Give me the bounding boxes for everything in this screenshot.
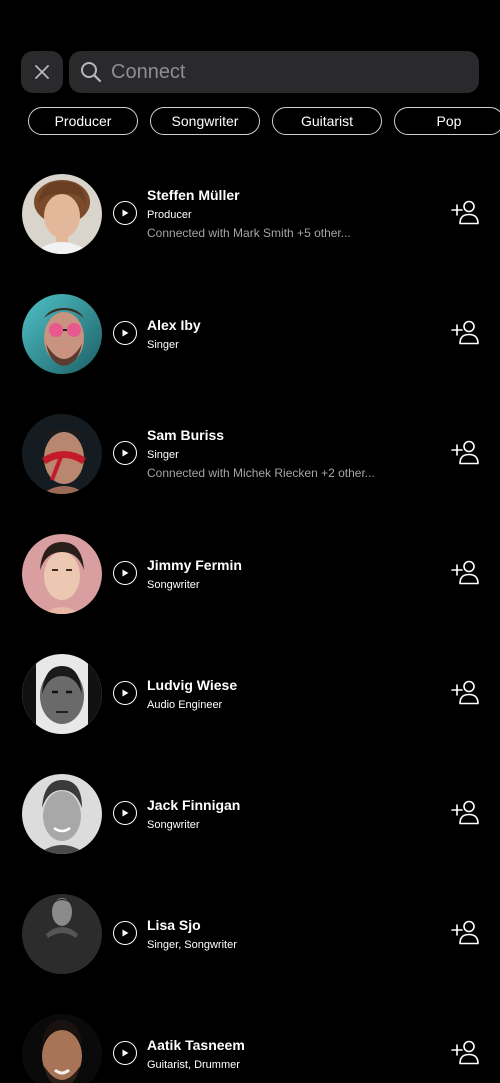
person-row[interactable]: Ludvig Wiese Audio Engineer (0, 633, 500, 753)
person-name: Alex Iby (147, 317, 201, 333)
avatar[interactable] (22, 894, 102, 974)
person-name: Sam Buriss (147, 427, 225, 443)
play-icon (122, 329, 129, 337)
filter-chips: Producer Songwriter Guitarist Pop (28, 107, 500, 135)
add-person-icon (451, 320, 479, 345)
person-role: Producer (147, 209, 192, 221)
add-connection-button[interactable] (451, 439, 479, 465)
person-connection: Connected with Mark Smith +5 other... (147, 226, 351, 240)
person-row[interactable]: Jack Finnigan Songwriter (0, 753, 500, 873)
add-connection-button[interactable] (451, 1039, 479, 1065)
filter-chip-producer[interactable]: Producer (28, 107, 138, 135)
person-connection: Connected with Michek Riecken +2 other..… (147, 466, 375, 480)
person-row[interactable]: Lisa Sjo Singer, Songwriter (0, 873, 500, 993)
person-row[interactable]: Jimmy Fermin Songwriter (0, 513, 500, 633)
avatar[interactable] (22, 1014, 102, 1083)
add-connection-button[interactable] (451, 919, 479, 945)
avatar[interactable] (22, 414, 102, 494)
person-info: Sam Buriss Singer Connected with Michek … (147, 427, 437, 480)
play-icon (122, 449, 129, 457)
search-icon (80, 61, 102, 83)
add-connection-button[interactable] (451, 679, 479, 705)
play-icon (122, 689, 129, 697)
add-person-icon (451, 680, 479, 705)
close-icon (35, 65, 49, 79)
person-info: Ludvig Wiese Audio Engineer (147, 677, 437, 712)
person-name: Jimmy Fermin (147, 557, 242, 573)
person-info: Alex Iby Singer (147, 317, 437, 352)
person-info: Jack Finnigan Songwriter (147, 797, 437, 832)
close-button[interactable] (21, 51, 63, 93)
add-connection-button[interactable] (451, 559, 479, 585)
avatar[interactable] (22, 534, 102, 614)
add-connection-button[interactable] (451, 319, 479, 345)
person-row[interactable]: Sam Buriss Singer Connected with Michek … (0, 393, 500, 513)
add-person-icon (451, 560, 479, 585)
filter-chip-songwriter[interactable]: Songwriter (150, 107, 260, 135)
person-role: Singer, Songwriter (147, 939, 237, 951)
add-person-icon (451, 1040, 479, 1065)
person-info: Steffen Müller Producer Connected with M… (147, 187, 437, 240)
person-role: Singer (147, 449, 179, 461)
search-field[interactable] (69, 51, 479, 93)
play-icon (122, 809, 129, 817)
person-name: Jack Finnigan (147, 797, 241, 813)
add-person-icon (451, 920, 479, 945)
add-connection-button[interactable] (451, 799, 479, 825)
person-role: Songwriter (147, 579, 200, 591)
play-button[interactable] (113, 561, 137, 585)
play-button[interactable] (113, 681, 137, 705)
person-role: Songwriter (147, 819, 200, 831)
person-role: Audio Engineer (147, 699, 223, 711)
person-info: Aatik Tasneem Guitarist, Drummer (147, 1037, 437, 1072)
person-row[interactable]: Alex Iby Singer (0, 273, 500, 393)
person-role: Guitarist, Drummer (147, 1059, 240, 1071)
add-person-icon (451, 200, 479, 225)
play-button[interactable] (113, 1041, 137, 1065)
play-button[interactable] (113, 201, 137, 225)
play-icon (122, 1049, 129, 1057)
person-name: Lisa Sjo (147, 917, 201, 933)
person-row[interactable]: Steffen Müller Producer Connected with M… (0, 153, 500, 273)
add-person-icon (451, 800, 479, 825)
person-row[interactable]: Aatik Tasneem Guitarist, Drummer (0, 993, 500, 1083)
connect-screen: Producer Songwriter Guitarist Pop Steffen M… (0, 0, 500, 1083)
person-name: Steffen Müller (147, 187, 240, 203)
play-button[interactable] (113, 801, 137, 825)
add-person-icon (451, 440, 479, 465)
person-name: Ludvig Wiese (147, 677, 238, 693)
person-info: Jimmy Fermin Songwriter (147, 557, 437, 592)
person-name: Aatik Tasneem (147, 1037, 245, 1053)
play-button[interactable] (113, 321, 137, 345)
person-role: Singer (147, 339, 179, 351)
avatar[interactable] (22, 174, 102, 254)
play-button[interactable] (113, 921, 137, 945)
filter-chip-pop[interactable]: Pop (394, 107, 500, 135)
person-info: Lisa Sjo Singer, Songwriter (147, 917, 437, 952)
play-icon (122, 929, 129, 937)
avatar[interactable] (22, 654, 102, 734)
avatar[interactable] (22, 774, 102, 854)
search-input[interactable] (102, 51, 479, 93)
add-connection-button[interactable] (451, 199, 479, 225)
avatar[interactable] (22, 294, 102, 374)
search-bar-row (21, 51, 479, 93)
play-icon (122, 569, 129, 577)
people-list: Steffen Müller Producer Connected with M… (0, 153, 500, 1083)
play-button[interactable] (113, 441, 137, 465)
filter-chip-guitarist[interactable]: Guitarist (272, 107, 382, 135)
play-icon (122, 209, 129, 217)
